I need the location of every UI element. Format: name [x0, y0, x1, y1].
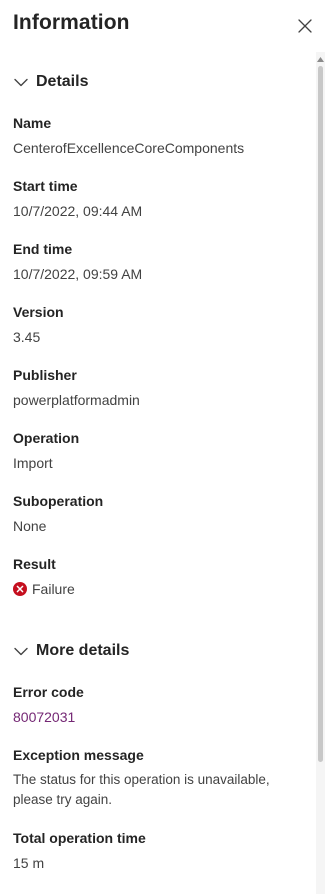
- caret-up-icon: [317, 56, 324, 62]
- chevron-down-icon: [13, 74, 29, 90]
- details-scroll-area[interactable]: Details Name CenterofExcellenceCoreCompo…: [0, 52, 316, 894]
- publisher-value: powerplatformadmin: [13, 392, 140, 408]
- details-section-title: Details: [36, 73, 89, 90]
- information-panel: Information Details Name CenterofExcelle…: [0, 0, 325, 894]
- suboperation-value: None: [13, 518, 47, 534]
- panel-title: Information: [13, 11, 130, 34]
- operation-value: Import: [13, 455, 53, 471]
- scroll-up-arrow[interactable]: [317, 54, 324, 64]
- publisher-label: Publisher: [13, 367, 77, 383]
- start-time-label: Start time: [13, 178, 78, 194]
- error-circle-icon: [13, 582, 27, 596]
- end-time-label: End time: [13, 241, 73, 257]
- result-value: Failure: [32, 581, 75, 597]
- more-details-section-toggle[interactable]: More details: [13, 639, 129, 663]
- operation-label: Operation: [13, 430, 80, 446]
- scrollbar-thumb[interactable]: [318, 66, 323, 762]
- close-button[interactable]: [294, 15, 316, 37]
- vertical-scrollbar[interactable]: [316, 52, 325, 894]
- version-value: 3.45: [13, 329, 41, 345]
- version-label: Version: [13, 304, 64, 320]
- suboperation-label: Suboperation: [13, 493, 104, 509]
- chevron-down-icon: [13, 643, 29, 659]
- start-time-value: 10/7/2022, 09:44 AM: [13, 203, 143, 219]
- details-section-toggle[interactable]: Details: [13, 70, 88, 94]
- exception-message-label: Exception message: [13, 747, 144, 763]
- total-operation-time-value: 15 m: [13, 855, 45, 871]
- result-status: Failure: [13, 581, 75, 597]
- error-code-link[interactable]: 80072031: [13, 707, 75, 727]
- end-time-value: 10/7/2022, 09:59 AM: [13, 266, 143, 282]
- result-label: Result: [13, 556, 56, 572]
- name-label: Name: [13, 115, 52, 131]
- name-value: CenterofExcellenceCoreComponents: [13, 140, 245, 156]
- more-details-section-title: More details: [36, 642, 130, 659]
- exception-message-value: The status for this operation is unavail…: [13, 772, 270, 807]
- close-icon: [298, 19, 312, 33]
- error-code-label: Error code: [13, 684, 84, 700]
- total-operation-time-label: Total operation time: [13, 830, 146, 846]
- panel-header: Information: [0, 0, 325, 52]
